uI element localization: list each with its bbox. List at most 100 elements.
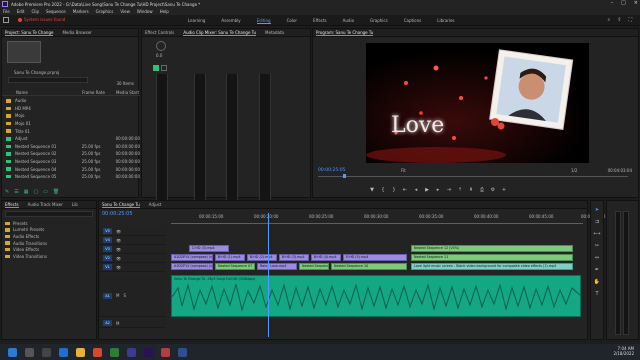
timeline-clip[interactable]: B:HD (3).mp4	[279, 254, 309, 261]
go-to-in-icon[interactable]: ⇤	[401, 186, 409, 194]
new-item-icon[interactable]: ▢	[33, 189, 38, 195]
share-icon[interactable]: ⇪	[617, 17, 621, 23]
timeline-ruler[interactable]: 00:00:15:00 00:00:20:00 00:00:25:00 00:0…	[171, 214, 605, 222]
extract-icon[interactable]: ⇞	[467, 186, 475, 194]
export-frame-icon[interactable]: ⎙	[478, 186, 486, 194]
settings-icon[interactable]: ⚙	[489, 186, 497, 194]
track-select-tool-icon[interactable]: ⇉	[595, 219, 599, 225]
app-icon[interactable]	[161, 347, 170, 357]
ws-tab-audio[interactable]: Audio	[343, 18, 354, 24]
mute-button[interactable]	[153, 65, 159, 71]
timeline-clip[interactable]: E:HD (5).mp4	[343, 254, 407, 261]
track-header-v2[interactable]: V2 👁	[99, 254, 166, 263]
timeline-clip[interactable]: C:HD (3).mp4	[189, 245, 229, 252]
list-view-icon[interactable]: ☰	[14, 189, 18, 195]
pen-tool-icon[interactable]: ✒	[595, 267, 599, 273]
hand-tool-icon[interactable]: ✋	[594, 279, 600, 285]
tab-effects[interactable]: Effects	[5, 202, 19, 208]
timeline-clip[interactable]: A1D2P1V (compose) (v)	[171, 263, 213, 270]
office-icon[interactable]	[93, 347, 102, 357]
timeline-clip[interactable]: Rainy Love.mp4	[257, 263, 297, 270]
menu-view[interactable]: View	[120, 9, 130, 14]
slip-tool-icon[interactable]: ↔	[595, 255, 599, 261]
ws-tab-learning[interactable]: Learning	[188, 18, 205, 24]
pan-knob[interactable]	[156, 41, 166, 51]
menu-clip[interactable]: Clip	[31, 9, 39, 14]
list-item[interactable]: Audio Transitions	[2, 240, 98, 247]
solo-button[interactable]	[161, 65, 167, 71]
fullscreen-icon[interactable]: ⛶	[628, 17, 632, 23]
close-button[interactable]: ×	[634, 0, 638, 6]
timeline-clip[interactable]: B:HD (2).mp4	[247, 254, 277, 261]
play-icon[interactable]: ▶	[423, 186, 431, 194]
mark-in-icon[interactable]: {	[379, 186, 387, 194]
ws-tab-effects[interactable]: Effects	[313, 18, 327, 24]
tab-sequence[interactable]: Sanu Te Change Tu	[102, 202, 140, 208]
eye-icon[interactable]: 👁	[116, 247, 121, 252]
lift-icon[interactable]: ⇡	[456, 186, 464, 194]
timeline-clip[interactable]: Nested Sequence 10	[331, 263, 407, 270]
list-item[interactable]: Audio Effects	[2, 233, 98, 240]
list-item[interactable]: Video Transitions	[2, 253, 98, 260]
timeline-clip[interactable]: Nested Sequence 07	[215, 263, 255, 270]
pencil-icon[interactable]: ✎	[5, 189, 9, 195]
list-item[interactable]: Video Effects	[2, 246, 98, 253]
edge-icon[interactable]	[59, 347, 68, 357]
list-item[interactable]: Lumetri Presets	[2, 227, 98, 234]
tab-media-browser[interactable]: Media Browser	[62, 30, 92, 35]
razor-tool-icon[interactable]: ✂	[595, 243, 599, 249]
task-view-icon[interactable]	[42, 347, 51, 357]
track-header-v3[interactable]: V3 👁	[99, 245, 166, 254]
search-icon[interactable]: ⌕	[607, 17, 610, 23]
project-search-input[interactable]	[8, 77, 88, 83]
menu-edit[interactable]: Edit	[17, 9, 25, 14]
tab-effect-controls[interactable]: Effect Controls	[145, 30, 174, 35]
premiere-taskbar-icon[interactable]	[144, 347, 153, 357]
timeline-clip[interactable]: Love light music screen - Blank video ba…	[411, 263, 573, 270]
program-title[interactable]: Program: Sanu Te Change Tu	[316, 30, 374, 36]
ws-tab-libraries[interactable]: Libraries	[437, 18, 454, 24]
column-frame-rate[interactable]: Frame Rate	[82, 90, 105, 95]
step-back-icon[interactable]: ◂	[412, 186, 420, 194]
home-icon[interactable]	[3, 17, 9, 23]
program-playhead[interactable]	[343, 174, 346, 178]
list-item[interactable]: HD MP4	[2, 105, 140, 113]
start-icon[interactable]	[8, 347, 17, 357]
ws-tab-graphics[interactable]: Graphics	[370, 18, 388, 24]
tab-project[interactable]: Project: Sanu Te Change	[5, 30, 54, 36]
ripple-edit-tool-icon[interactable]: ⟷	[593, 231, 600, 237]
track-header-v4[interactable]: V4 👁	[99, 236, 166, 245]
search-icon[interactable]	[25, 347, 34, 357]
app-icon[interactable]	[178, 347, 187, 357]
column-media-start[interactable]: Media Start	[116, 90, 139, 95]
timeline-clip[interactable]: B:HD (4).mp4	[311, 254, 341, 261]
tab-audio-clip-mixer[interactable]: Audio Clip Mixer: Sanu Te Change Tu	[183, 30, 257, 36]
menu-sequence[interactable]: Sequence	[46, 9, 66, 14]
eye-icon[interactable]: 👁	[116, 256, 121, 261]
timeline-clip[interactable]: Nested Sequence 11	[411, 254, 573, 261]
timeline-playhead[interactable]	[268, 213, 269, 337]
effects-search-input[interactable]	[5, 211, 93, 217]
mute-icon[interactable]: M	[116, 293, 119, 298]
program-video-frame[interactable]: Love	[366, 43, 589, 163]
ws-tab-captions[interactable]: Captions	[404, 18, 422, 24]
marker-icon[interactable]: ▼	[368, 186, 376, 194]
timeline-clip[interactable]: Nested Sequence 12 (V5%)	[411, 245, 573, 252]
menu-markers[interactable]: Markers	[73, 9, 89, 14]
list-item[interactable]: Nested Sequence 03 25.00 fps 00:00:00:00	[2, 158, 140, 166]
maximize-button[interactable]: □	[621, 0, 626, 6]
menu-help[interactable]: Help	[160, 9, 169, 14]
list-item[interactable]: Nested Sequence 02 25.00 fps 00:00:00:00	[2, 150, 140, 158]
eye-icon[interactable]: 👁	[116, 265, 121, 270]
mark-out-icon[interactable]: }	[390, 186, 398, 194]
menu-graphics[interactable]: Graphics	[96, 9, 114, 14]
add-button-icon[interactable]: +	[500, 186, 508, 194]
program-scrub-bar[interactable]	[318, 176, 628, 177]
list-item[interactable]: Adjust 00:00:00:00	[2, 135, 140, 143]
column-name[interactable]: Name	[16, 90, 28, 95]
audio-clip[interactable]: Sanu Te Change Tu - Mp3 Song Full HD (32…	[171, 275, 581, 317]
ws-tab-assembly[interactable]: Assembly	[221, 18, 240, 24]
list-item[interactable]: Presets	[2, 220, 98, 227]
track-header-v1[interactable]: V1 👁	[99, 263, 166, 272]
tab-metadata[interactable]: Metadata	[265, 30, 284, 35]
